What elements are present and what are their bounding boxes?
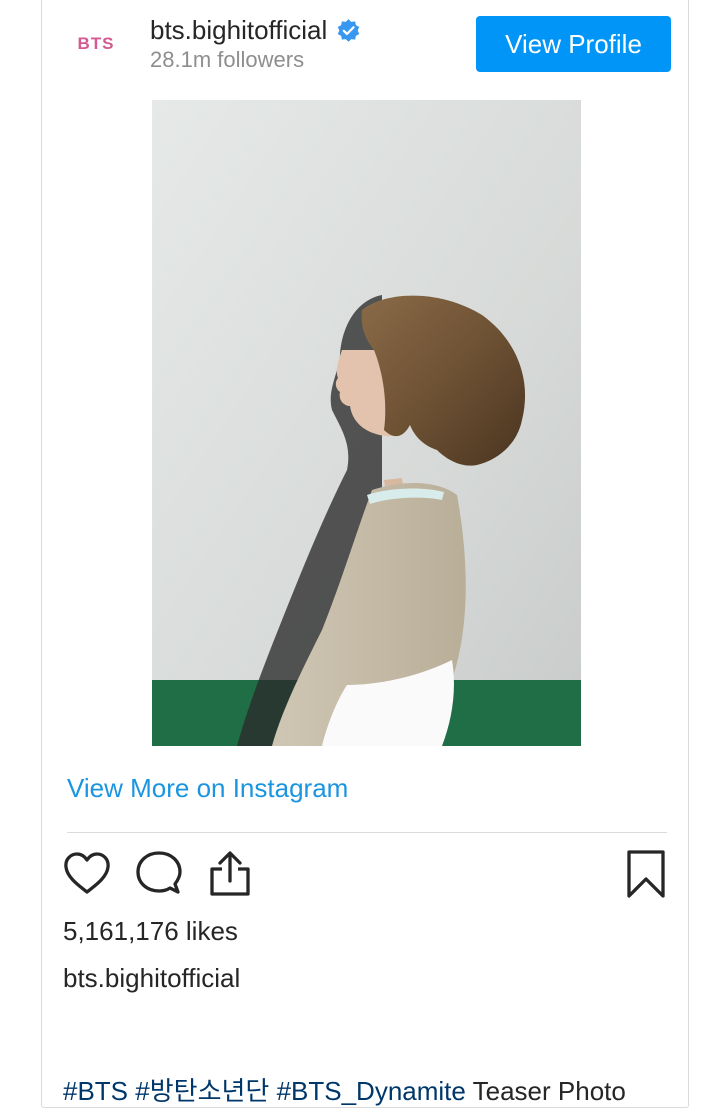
instagram-embed-card: BTS bts.bighitofficial 28.1m followers V…	[41, 0, 689, 1108]
profile-portrait-image	[152, 100, 581, 746]
hashtag-link[interactable]: #BTS_Dynamite	[277, 1076, 466, 1106]
share-icon[interactable]	[205, 849, 255, 899]
heart-icon[interactable]	[62, 849, 112, 899]
caption-body: Teaser Photo	[472, 1076, 626, 1106]
avatar-logo-text: BTS	[77, 34, 115, 53]
verified-badge-icon	[338, 18, 360, 42]
hashtag-link[interactable]: #BTS	[63, 1076, 128, 1106]
post-photo[interactable]	[152, 100, 581, 746]
view-profile-button[interactable]: View Profile	[476, 16, 671, 72]
username[interactable]: bts.bighitofficial	[150, 15, 327, 46]
followers-count: 28.1m followers	[150, 47, 305, 72]
hashtag-link[interactable]: #방탄소년단	[135, 1076, 269, 1106]
post-header: BTS bts.bighitofficial 28.1m followers V…	[42, 0, 688, 99]
caption-text: #BTS #방탄소년단 #BTS_Dynamite Teaser Photo	[63, 1071, 626, 1108]
divider	[67, 832, 667, 833]
comment-icon[interactable]	[134, 849, 184, 899]
view-more-on-instagram-link[interactable]: View More on Instagram	[67, 773, 348, 804]
bookmark-icon[interactable]	[621, 849, 671, 899]
likes-count: 5,161,176 likes	[63, 916, 238, 946]
caption-username[interactable]: bts.bighitofficial	[63, 963, 240, 994]
username-row: bts.bighitofficial	[150, 13, 361, 47]
avatar[interactable]: BTS	[76, 27, 116, 61]
